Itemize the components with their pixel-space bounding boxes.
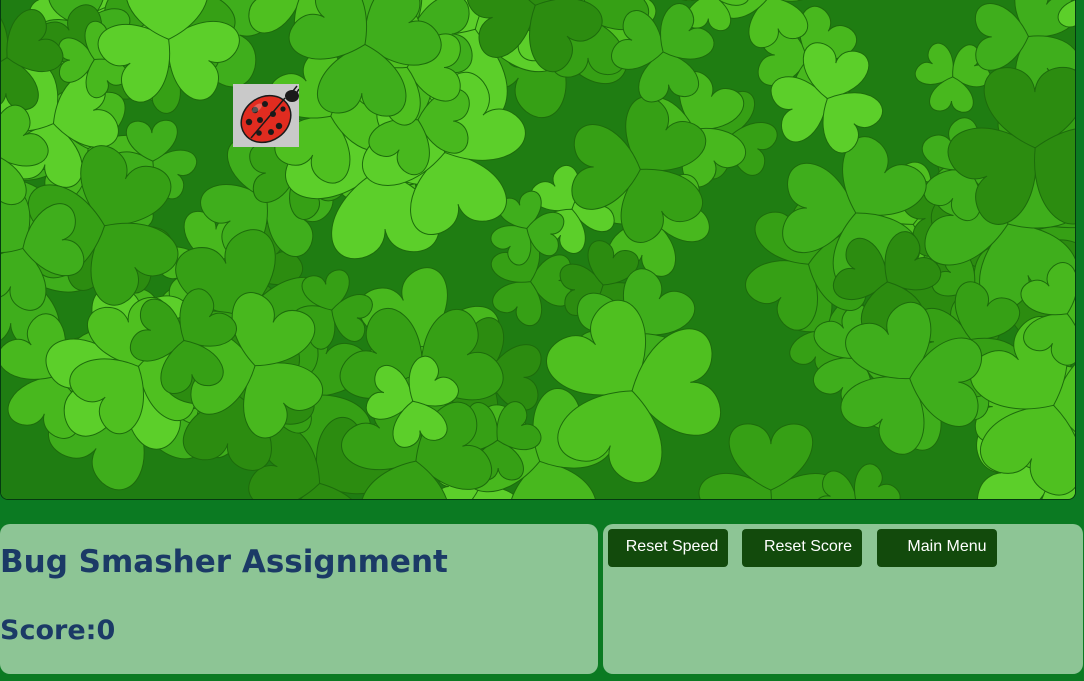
clover-background [1,0,1075,499]
reset-score-button[interactable]: Reset Score [742,529,862,567]
score-label: Score: [0,615,97,646]
reset-speed-button[interactable]: Reset Speed [608,529,728,567]
game-canvas[interactable] [0,0,1076,500]
ladybug-bug[interactable] [233,84,299,147]
main-menu-button[interactable]: Main Menu [877,529,997,567]
ladybug-icon [240,85,299,144]
score-display: Score:0 [0,615,115,646]
score-value: 0 [96,615,116,646]
page-title: Bug Smasher Assignment [0,544,448,580]
